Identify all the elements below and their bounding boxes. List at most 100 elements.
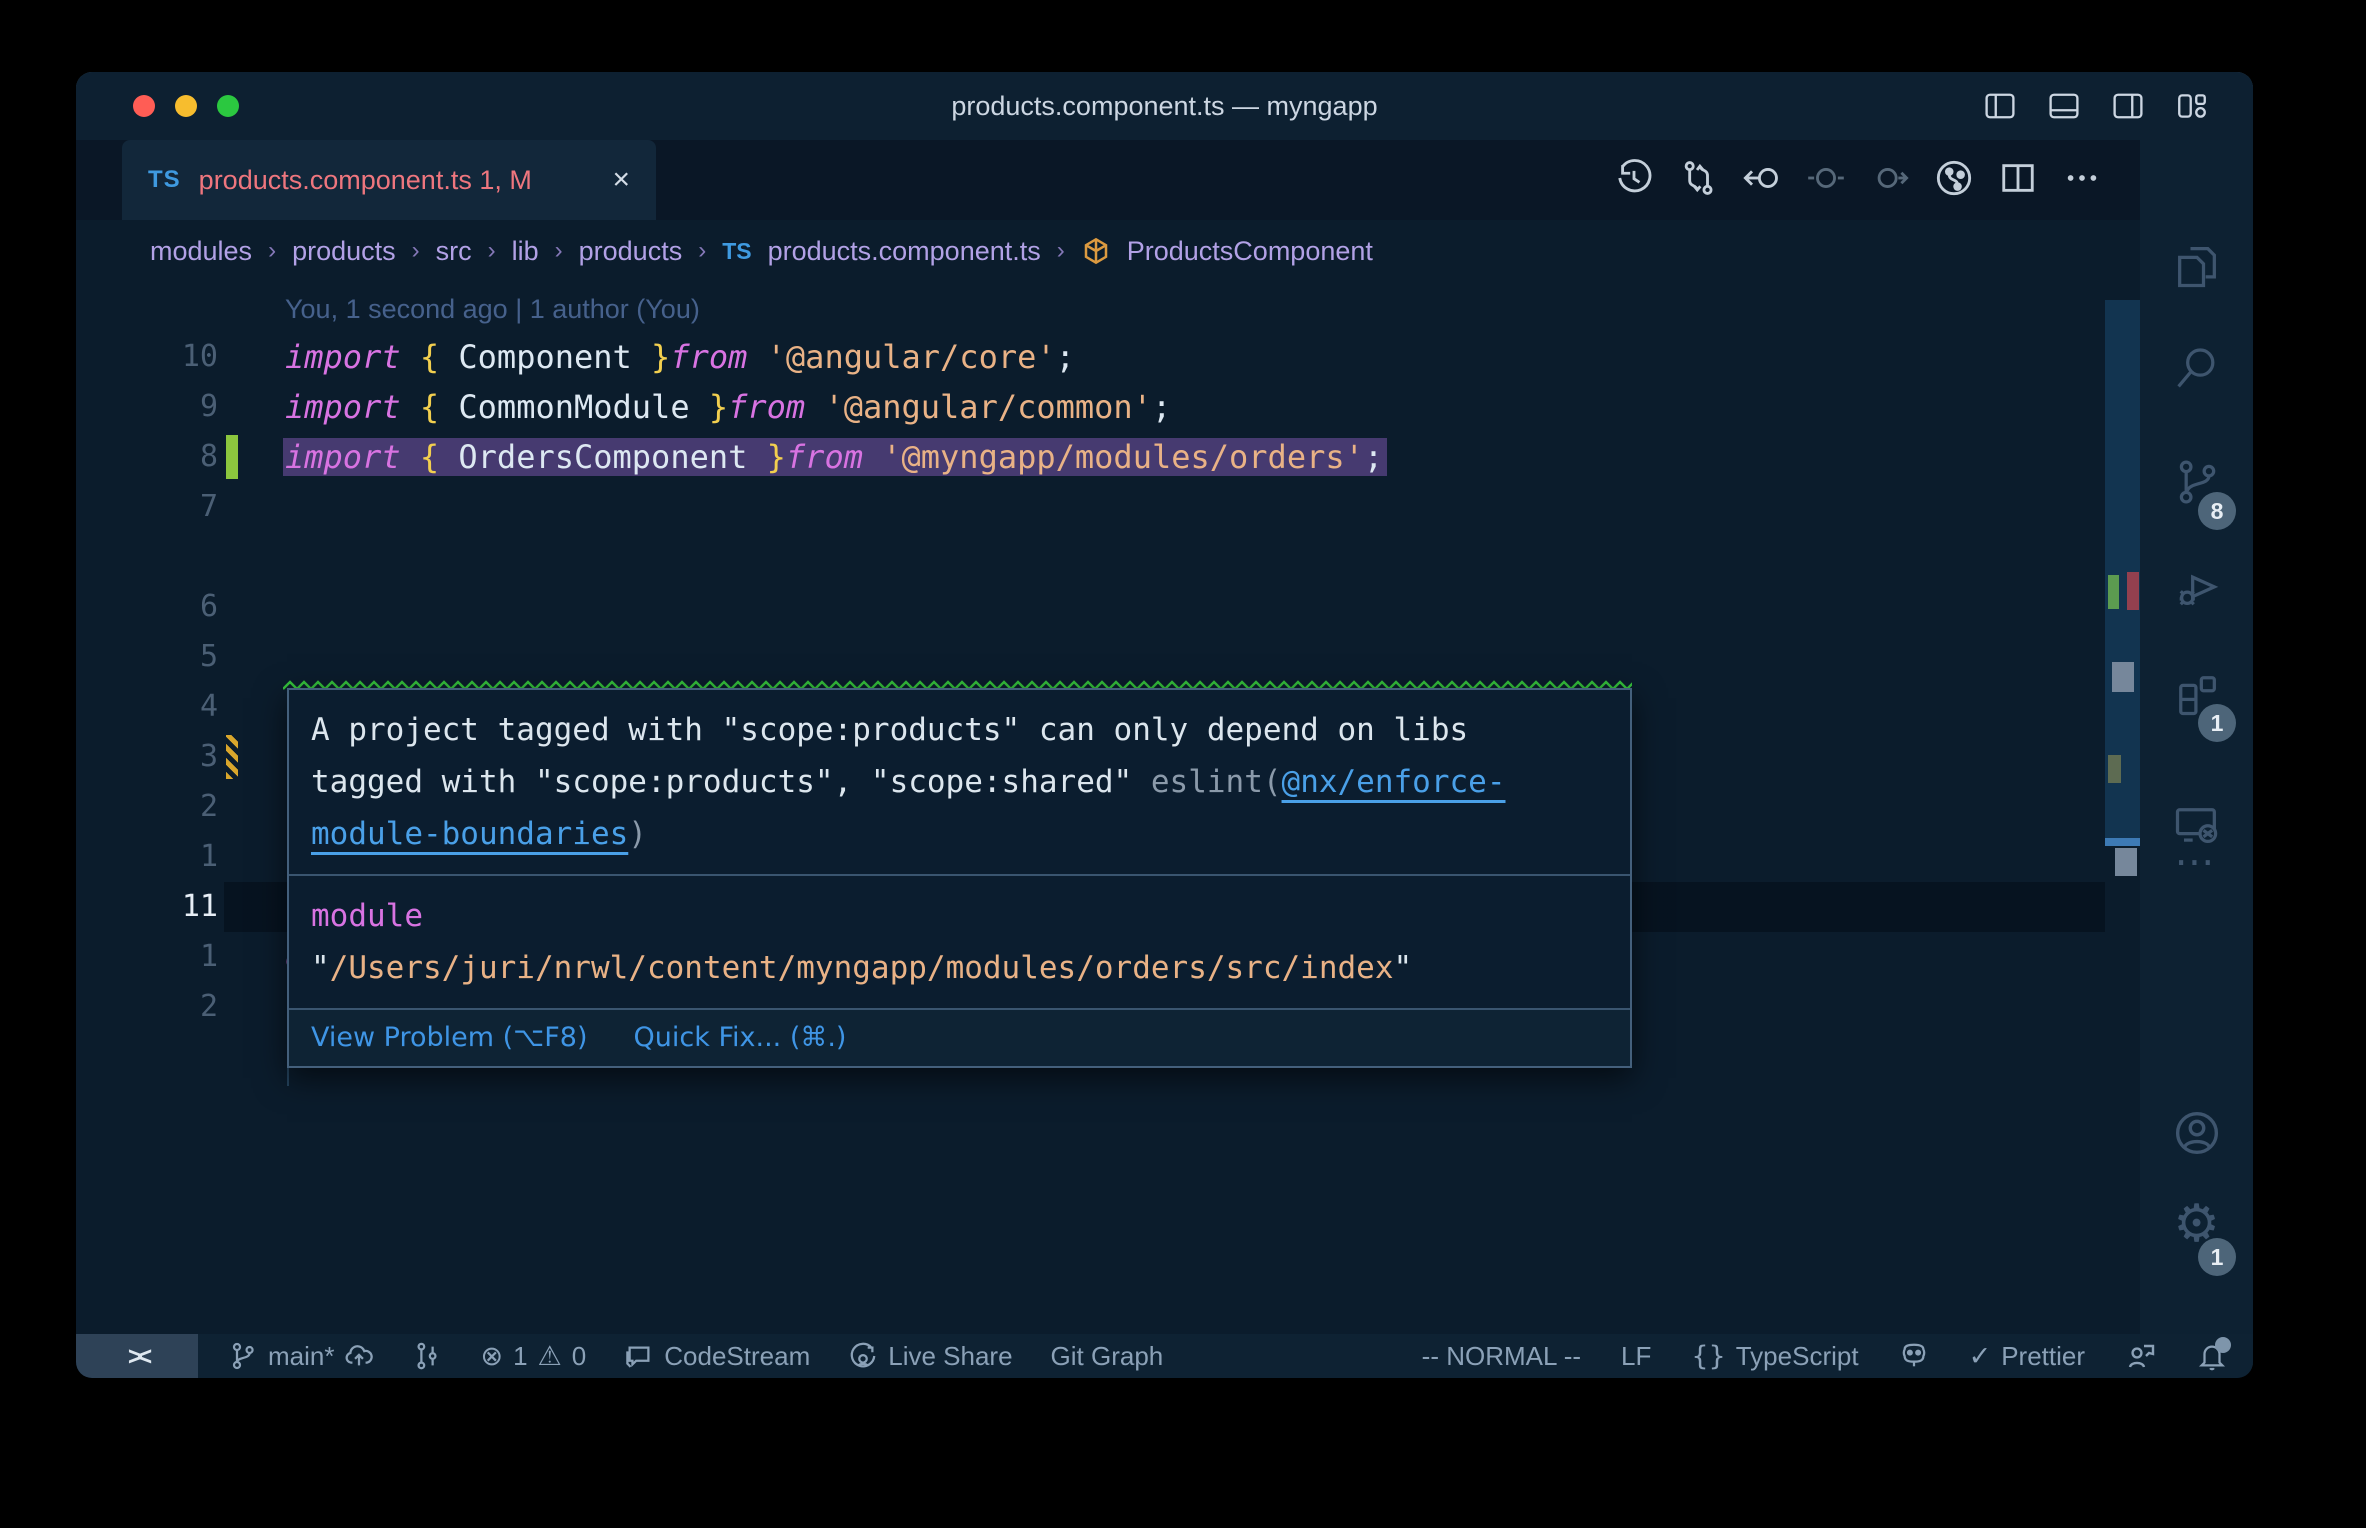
code-line[interactable]: 5 (76, 632, 2140, 682)
person-feedback-icon (2128, 1344, 2155, 1368)
window-title: products.component.ts — myngapp (951, 91, 1378, 121)
feedback-item[interactable] (2125, 1340, 2157, 1372)
search-icon[interactable] (2140, 342, 2253, 394)
line-number[interactable]: 4 (76, 682, 218, 732)
tooltip-actions: View Problem (⌥F8) Quick Fix... (⌘.) (289, 1010, 1630, 1066)
cloud-upload-icon (345, 1345, 374, 1366)
formatter-item[interactable]: ✓ Prettier (1969, 1341, 2085, 1372)
gitlens-compare-item[interactable] (412, 1341, 442, 1371)
editor[interactable]: You, 1 second ago | 1 author (You) 10 impo… (76, 282, 2141, 1334)
line-number[interactable]: 11 (76, 882, 218, 932)
breadcrumb-separator: › (487, 237, 496, 264)
more-views-icon[interactable]: ⋯ (2140, 842, 2253, 882)
line-number[interactable]: 2 (76, 782, 218, 832)
notifications-item[interactable] (2197, 1337, 2231, 1371)
github-item[interactable] (1899, 1341, 1929, 1371)
line-number[interactable]: 1 (76, 832, 218, 882)
tab-label: products.component.ts 1, M (198, 164, 532, 195)
compare-changes-icon[interactable] (1679, 159, 1717, 202)
line-number[interactable]: 1 (76, 932, 218, 982)
file-history-icon[interactable] (1615, 158, 1653, 202)
account-icon[interactable] (2140, 1106, 2253, 1160)
activity-bar: 8 1 ⋯ ⚙ 1 (2140, 140, 2253, 1334)
tooltip-message: A project tagged with "scope:products" c… (311, 712, 1506, 852)
editor-toolbar (1615, 140, 2101, 220)
settings-gear-icon[interactable]: ⚙ (2140, 1198, 2253, 1250)
codestream-item[interactable]: CodeStream (624, 1341, 810, 1372)
breadcrumb-symbol[interactable]: ProductsComponent (1127, 236, 1373, 267)
branch-item[interactable]: main* (228, 1341, 374, 1372)
breadcrumb-folder[interactable]: src (436, 236, 472, 267)
previous-change-icon[interactable] (1807, 159, 1845, 202)
extensions-icon[interactable] (2140, 668, 2253, 720)
tab-products-component[interactable]: TS products.component.ts 1, M × (122, 140, 656, 220)
line-number[interactable]: 9 (76, 382, 218, 432)
source-control-badge: 8 (2198, 492, 2236, 530)
explorer-icon[interactable] (2140, 240, 2253, 292)
split-editor-icon[interactable] (1999, 159, 2037, 202)
more-actions-icon[interactable] (2063, 159, 2101, 202)
breadcrumb-folder[interactable]: products (579, 236, 683, 267)
breadcrumb-file[interactable]: products.component.ts (768, 236, 1041, 267)
class-symbol-icon (1081, 236, 1111, 266)
next-change-icon[interactable] (1871, 159, 1909, 202)
screen: products.component.ts — myngapp TS produ… (0, 0, 2366, 1528)
typescript-file-icon: TS (148, 166, 181, 193)
open-changes-icon[interactable] (1743, 159, 1781, 202)
vim-mode-item[interactable]: -- NORMAL -- (1422, 1341, 1581, 1372)
code-line[interactable]: 8 import { OrdersComponent }from '@myngap… (76, 432, 2140, 482)
customize-layout-icon[interactable] (2175, 89, 2209, 123)
quick-fix-button[interactable]: Quick Fix... (⌘.) (634, 1018, 847, 1058)
toggle-panel-icon[interactable] (2047, 89, 2081, 123)
code-line[interactable]: 10 import { Component }from '@angular/cor… (76, 332, 2140, 382)
source-control-icon[interactable] (2140, 456, 2253, 508)
view-problem-button[interactable]: View Problem (⌥F8) (311, 1018, 588, 1058)
octoface-icon (1902, 1343, 1925, 1367)
overview-added-mark (2108, 575, 2119, 609)
code-line[interactable]: 7 (76, 482, 2140, 532)
title-bar: products.component.ts — myngapp (76, 72, 2253, 140)
code-line[interactable]: 6 (76, 582, 2140, 632)
toggle-primary-sidebar-icon[interactable] (1983, 89, 2017, 123)
commit-graph-icon[interactable] (1935, 159, 1973, 202)
line-number[interactable]: 3 (76, 732, 218, 782)
code-line[interactable] (76, 532, 2140, 582)
line-number[interactable]: 7 (76, 482, 218, 532)
selection-highlight: import { OrdersComponent }from '@myngapp… (285, 438, 1384, 476)
settings-badge: 1 (2198, 1238, 2236, 1276)
breadcrumb-separator: › (698, 237, 707, 264)
line-number[interactable]: 6 (76, 582, 218, 632)
remote-indicator[interactable]: >< (76, 1334, 198, 1378)
eol-item[interactable]: LF (1621, 1341, 1651, 1372)
line-number[interactable]: 5 (76, 632, 218, 682)
line-content: import { CommonModule }from '@angular/co… (285, 388, 1172, 426)
tooltip-module-info: module "/Users/juri/nrwl/content/myngapp… (311, 898, 1413, 986)
language-item[interactable]: {} TypeScript (1691, 1341, 1858, 1372)
breadcrumb: modules › products › src › lib › products › TS pr… (76, 220, 2214, 282)
toggle-secondary-sidebar-icon[interactable] (2111, 89, 2145, 123)
code-line[interactable]: 9 import { CommonModule }from '@angular/c… (76, 382, 2140, 432)
breadcrumb-folder[interactable]: products (292, 236, 396, 267)
line-number[interactable]: 10 (76, 332, 218, 382)
line-number[interactable]: 8 (76, 432, 218, 482)
live-share-item[interactable]: Live Share (848, 1341, 1013, 1372)
overview-error-mark (2127, 572, 2139, 610)
rule-link[interactable]: @nx/enforce- (1282, 764, 1506, 800)
rule-link-2[interactable]: module-boundaries (311, 816, 628, 852)
close-tab-icon[interactable]: × (612, 163, 630, 197)
git-graph-item[interactable]: Git Graph (1051, 1341, 1164, 1372)
typescript-file-icon: TS (722, 237, 752, 264)
breadcrumb-folder[interactable]: modules (150, 236, 252, 267)
problems-item[interactable]: ⊗ 1 ⚠ 0 (480, 1341, 586, 1372)
overview-cursor-mark-2 (2115, 848, 2137, 876)
overview-ruler[interactable] (2105, 282, 2141, 1334)
run-debug-icon[interactable] (2140, 562, 2253, 614)
status-bar-right: -- NORMAL -- LF {} TypeScript ✓ Prettier (1422, 1334, 2231, 1378)
layout-controls (1983, 72, 2209, 140)
line-content: import { Component }from '@angular/core'… (285, 338, 1075, 376)
breadcrumb-folder[interactable]: lib (512, 236, 539, 267)
breadcrumb-separator: › (1056, 237, 1065, 264)
line-number[interactable]: 2 (76, 982, 218, 1032)
braces-icon: {} (1691, 1340, 1726, 1372)
code-line[interactable]: You, 1 second ago | 1 author (You) (76, 282, 2140, 332)
